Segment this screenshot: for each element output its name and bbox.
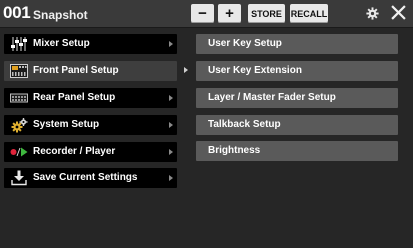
gears-icon (11, 118, 28, 133)
store-button[interactable]: STORE (248, 4, 285, 23)
menu-item-label: Save Current Settings (33, 172, 138, 183)
top-bar: 001 Snapshot − + STORE RECALL (0, 0, 413, 28)
submenu-item-talkback-setup[interactable]: Talkback Setup (196, 115, 398, 135)
chevron-right-icon (169, 175, 173, 181)
snapshot-label: Snapshot (33, 8, 88, 22)
rear-panel-icon (10, 93, 28, 103)
submenu-item-label: Brightness (208, 145, 261, 156)
snapshot-number: 001 (3, 3, 31, 22)
submenu-item-brightness[interactable]: Brightness (196, 141, 398, 161)
mixer-faders-icon (11, 37, 27, 51)
menu-item-system-setup[interactable]: System Setup (4, 115, 177, 135)
menu-item-label: System Setup (33, 119, 100, 130)
download-save-icon (11, 170, 27, 186)
gear-icon[interactable] (366, 7, 379, 20)
submenu-item-user-key-setup[interactable]: User Key Setup (196, 34, 398, 54)
submenu-item-label: User Key Extension (208, 65, 302, 76)
menu-item-label: Mixer Setup (33, 38, 90, 49)
menu-item-save-current-settings[interactable]: Save Current Settings (4, 168, 177, 188)
snapshot-increment-button[interactable]: + (218, 4, 241, 23)
snapshot-decrement-button[interactable]: − (191, 4, 214, 23)
menu-item-label: Rear Panel Setup (33, 92, 116, 103)
submenu-item-label: Talkback Setup (208, 119, 281, 130)
chevron-right-icon (169, 149, 173, 155)
submenu-item-label: Layer / Master Fader Setup (208, 92, 336, 103)
record-play-icon (10, 147, 28, 157)
menu-item-front-panel-setup[interactable]: Front Panel Setup (4, 61, 177, 81)
submenu-item-layer-master-fader-setup[interactable]: Layer / Master Fader Setup (196, 88, 398, 108)
recall-button[interactable]: RECALL (290, 4, 328, 23)
chevron-right-icon (184, 67, 188, 73)
chevron-right-icon (169, 95, 173, 101)
menu-item-label: Recorder / Player (33, 146, 116, 157)
menu-item-mixer-setup[interactable]: Mixer Setup (4, 34, 177, 54)
submenu-item-user-key-extension[interactable]: User Key Extension (196, 61, 398, 81)
front-panel-icon (10, 64, 28, 78)
chevron-right-icon (169, 122, 173, 128)
menu-item-rear-panel-setup[interactable]: Rear Panel Setup (4, 88, 177, 108)
submenu-item-label: User Key Setup (208, 38, 282, 49)
menu-item-recorder-player[interactable]: Recorder / Player (4, 142, 177, 162)
close-icon[interactable] (391, 5, 406, 20)
chevron-right-icon (169, 41, 173, 47)
menu-item-label: Front Panel Setup (33, 65, 119, 76)
